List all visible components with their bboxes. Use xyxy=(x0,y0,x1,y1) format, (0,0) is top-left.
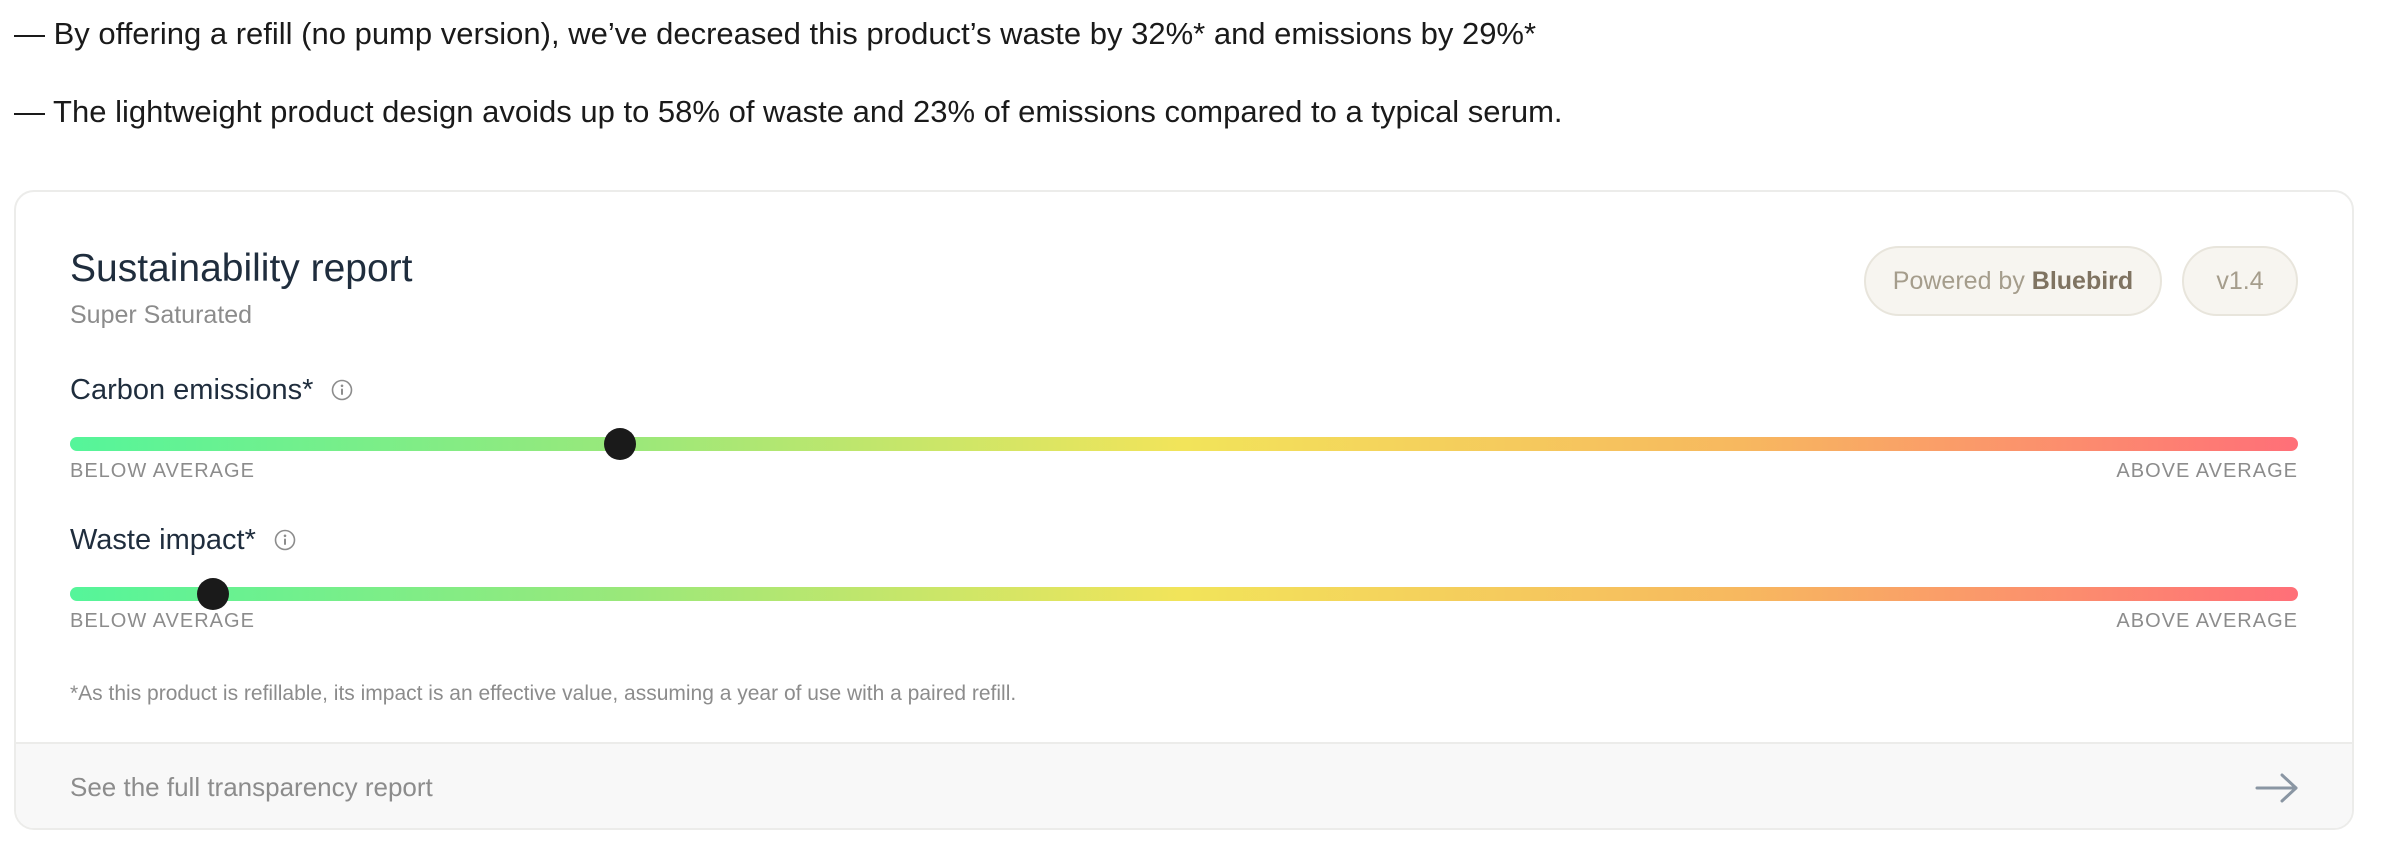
carbon-emissions-marker xyxy=(604,428,637,460)
report-title: Sustainability report xyxy=(70,247,413,290)
scale-high-label: ABOVE AVERAGE xyxy=(2116,460,2298,482)
scale-low-label: BELOW AVERAGE xyxy=(70,460,255,482)
sustainability-report-card: Sustainability report Super Saturated Po… xyxy=(14,190,2354,830)
powered-by-badge[interactable]: Powered by Bluebird xyxy=(1864,246,2162,316)
waste-impact-scale-labels: BELOW AVERAGE ABOVE AVERAGE xyxy=(70,608,2298,634)
version-badge: v1.4 xyxy=(2182,246,2298,316)
powered-by-brand: Bluebird xyxy=(2031,267,2134,295)
scale-low-label: BELOW AVERAGE xyxy=(70,610,255,632)
refill-footnote: *As this product is refillable, its impa… xyxy=(70,682,1017,705)
powered-by-prefix: Powered by xyxy=(1892,267,2025,295)
arrow-right-icon xyxy=(2254,770,2300,806)
transparency-report-link-text: See the full transparency report xyxy=(70,772,433,802)
report-subtitle: Super Saturated xyxy=(70,301,253,329)
waste-impact-text: Waste impact* xyxy=(70,524,256,556)
carbon-emissions-scale-labels: BELOW AVERAGE ABOVE AVERAGE xyxy=(70,458,2298,484)
info-icon[interactable] xyxy=(274,524,296,551)
waste-impact-label: Waste impact* xyxy=(70,522,296,558)
carbon-emissions-scale xyxy=(70,428,2298,460)
carbon-emissions-text: Carbon emissions* xyxy=(70,374,314,406)
waste-impact-scale xyxy=(70,578,2298,610)
carbon-emissions-label: Carbon emissions* xyxy=(70,372,353,408)
claim-lightweight: — The lightweight product design avoids … xyxy=(14,94,1563,129)
waste-impact-marker xyxy=(196,578,229,610)
claim-refill: — By offering a refill (no pump version)… xyxy=(14,16,1537,51)
info-icon[interactable] xyxy=(331,374,353,401)
claims-list: — By offering a refill (no pump version)… xyxy=(14,14,2314,170)
transparency-report-link[interactable]: See the full transparency report xyxy=(16,742,2352,828)
scale-high-label: ABOVE AVERAGE xyxy=(2116,610,2298,632)
